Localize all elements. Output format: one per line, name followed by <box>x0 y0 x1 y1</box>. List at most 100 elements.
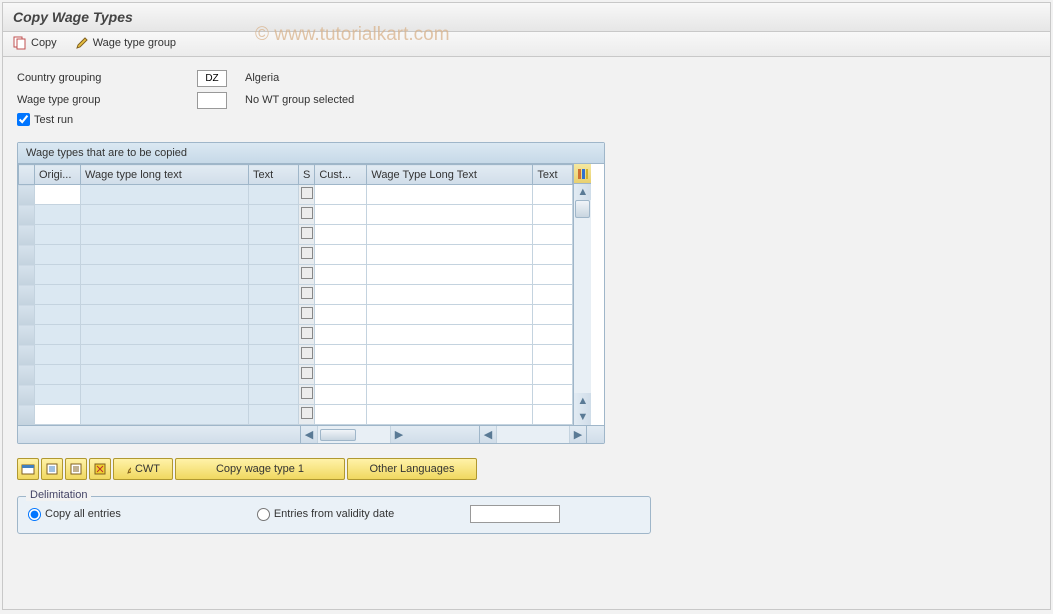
table-settings-icon[interactable] <box>574 164 591 184</box>
validity-date-input[interactable] <box>470 505 560 523</box>
cell-cust[interactable] <box>315 225 367 245</box>
cell-origi[interactable] <box>35 385 81 405</box>
cell-wt-long-right[interactable] <box>367 325 533 345</box>
checkbox-icon[interactable] <box>301 207 313 219</box>
scroll-track-v[interactable] <box>574 200 591 393</box>
cell-origi[interactable] <box>35 225 81 245</box>
scroll-down-btn-1[interactable]: ▲ <box>574 393 591 409</box>
cell-wt-long-left[interactable] <box>81 185 249 205</box>
col-wt-long-text-left[interactable]: Wage type long text <box>81 165 249 185</box>
cell-text-right[interactable] <box>533 285 573 305</box>
row-header[interactable] <box>19 325 35 345</box>
checkbox-icon[interactable] <box>301 227 313 239</box>
cell-text-left[interactable] <box>249 185 299 205</box>
cell-text-right[interactable] <box>533 365 573 385</box>
cell-text-left[interactable] <box>249 365 299 385</box>
cell-text-right[interactable] <box>533 245 573 265</box>
cell-text-left[interactable] <box>249 205 299 225</box>
cell-cust[interactable] <box>315 385 367 405</box>
cell-cust[interactable] <box>315 245 367 265</box>
cell-s[interactable] <box>299 185 315 205</box>
col-cust[interactable]: Cust... <box>315 165 367 185</box>
row-header[interactable] <box>19 265 35 285</box>
cell-text-right[interactable] <box>533 325 573 345</box>
table-row[interactable] <box>19 305 573 325</box>
cell-s[interactable] <box>299 245 315 265</box>
cell-wt-long-left[interactable] <box>81 285 249 305</box>
row-header[interactable] <box>19 225 35 245</box>
hscroll-right-icon-2[interactable]: ▶ <box>570 426 586 443</box>
cell-wt-long-right[interactable] <box>367 245 533 265</box>
copy-wage-type-1-button[interactable]: Copy wage type 1 <box>175 458 345 480</box>
cell-cust[interactable] <box>315 405 367 425</box>
cell-s[interactable] <box>299 405 315 425</box>
table-row[interactable] <box>19 265 573 285</box>
cell-s[interactable] <box>299 225 315 245</box>
table-row[interactable] <box>19 245 573 265</box>
cell-s[interactable] <box>299 205 315 225</box>
row-header[interactable] <box>19 365 35 385</box>
cell-text-left[interactable] <box>249 305 299 325</box>
cell-s[interactable] <box>299 305 315 325</box>
checkbox-icon[interactable] <box>301 287 313 299</box>
cell-text-right[interactable] <box>533 225 573 245</box>
table-row[interactable] <box>19 325 573 345</box>
cell-text-left[interactable] <box>249 385 299 405</box>
checkbox-icon[interactable] <box>301 307 313 319</box>
cell-text-left[interactable] <box>249 245 299 265</box>
cell-cust[interactable] <box>315 265 367 285</box>
table-row[interactable] <box>19 365 573 385</box>
row-header[interactable] <box>19 245 35 265</box>
cell-text-left[interactable] <box>249 265 299 285</box>
cell-cust[interactable] <box>315 305 367 325</box>
copy-button[interactable]: Copy <box>13 36 57 50</box>
cell-cust[interactable] <box>315 365 367 385</box>
cell-origi[interactable] <box>35 245 81 265</box>
table-row[interactable] <box>19 205 573 225</box>
col-s[interactable]: S <box>299 165 315 185</box>
cell-wt-long-left[interactable] <box>81 265 249 285</box>
cell-wt-long-left[interactable] <box>81 225 249 245</box>
cell-text-right[interactable] <box>533 185 573 205</box>
cell-wt-long-right[interactable] <box>367 405 533 425</box>
checkbox-icon[interactable] <box>301 347 313 359</box>
checkbox-icon[interactable] <box>301 367 313 379</box>
cell-origi[interactable] <box>35 205 81 225</box>
cell-wt-long-right[interactable] <box>367 265 533 285</box>
wage-type-group-input[interactable] <box>197 92 227 109</box>
checkbox-icon[interactable] <box>301 327 313 339</box>
copy-all-radio[interactable] <box>28 508 41 521</box>
cell-origi[interactable] <box>35 345 81 365</box>
cell-text-right[interactable] <box>533 385 573 405</box>
country-grouping-input[interactable] <box>197 70 227 87</box>
test-run-checkbox[interactable] <box>17 113 30 126</box>
entries-from-radio[interactable] <box>257 508 270 521</box>
cell-wt-long-right[interactable] <box>367 285 533 305</box>
col-origi[interactable]: Origi... <box>35 165 81 185</box>
cell-text-right[interactable] <box>533 305 573 325</box>
icon-btn-4[interactable] <box>89 458 111 480</box>
cell-origi[interactable] <box>35 285 81 305</box>
row-header[interactable] <box>19 285 35 305</box>
checkbox-icon[interactable] <box>301 407 313 419</box>
entries-from-radio-label[interactable]: Entries from validity date <box>257 508 394 521</box>
cell-wt-long-left[interactable] <box>81 405 249 425</box>
cell-wt-long-left[interactable] <box>81 305 249 325</box>
row-header[interactable] <box>19 405 35 425</box>
row-header[interactable] <box>19 205 35 225</box>
other-languages-button[interactable]: Other Languages <box>347 458 477 480</box>
cell-wt-long-left[interactable] <box>81 365 249 385</box>
row-header[interactable] <box>19 345 35 365</box>
checkbox-icon[interactable] <box>301 247 313 259</box>
scroll-thumb-v[interactable] <box>575 200 590 218</box>
checkbox-icon[interactable] <box>301 187 313 199</box>
cell-s[interactable] <box>299 325 315 345</box>
cell-text-right[interactable] <box>533 405 573 425</box>
cell-wt-long-right[interactable] <box>367 385 533 405</box>
col-text-left[interactable]: Text <box>249 165 299 185</box>
checkbox-icon[interactable] <box>301 387 313 399</box>
cell-s[interactable] <box>299 345 315 365</box>
table-row[interactable] <box>19 345 573 365</box>
cell-text-right[interactable] <box>533 205 573 225</box>
table-row[interactable] <box>19 285 573 305</box>
